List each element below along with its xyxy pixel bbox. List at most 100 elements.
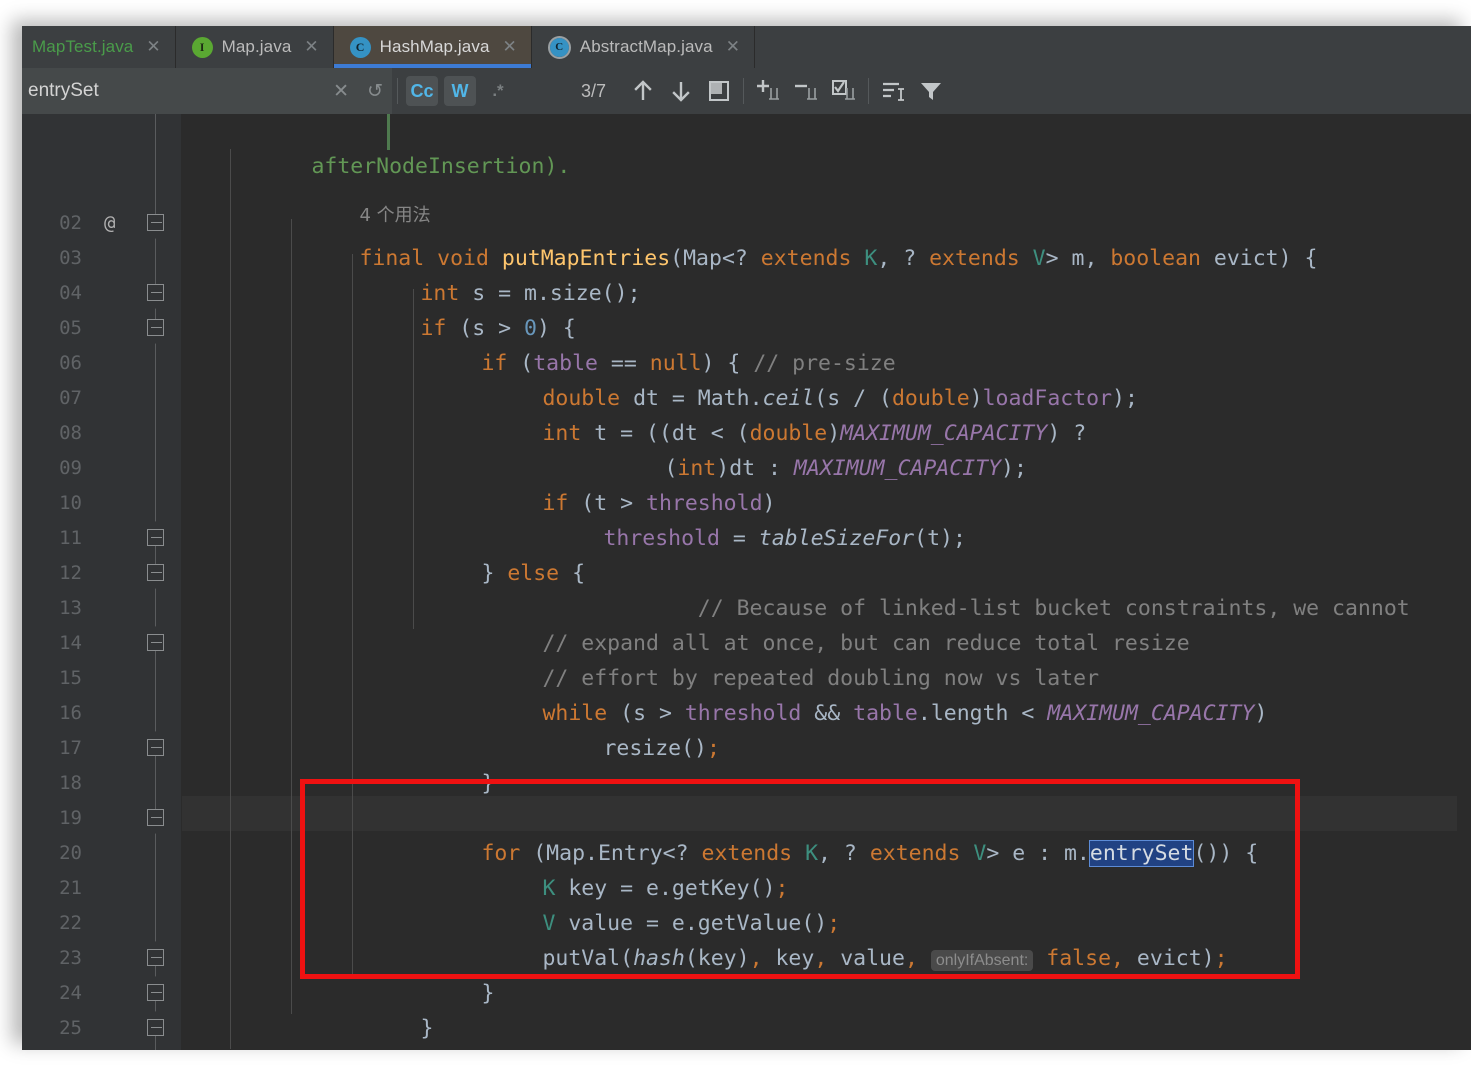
token-semicolon: ; (707, 736, 720, 761)
token-comma: , (1111, 946, 1124, 971)
fold-marker[interactable] (147, 564, 165, 590)
select-all-occurrences-icon[interactable] (700, 74, 738, 108)
code-line[interactable]: double dt = Math.ceil(s / (double)loadFa… (413, 346, 1137, 411)
search-history-icon[interactable]: ↺ (358, 81, 392, 101)
fold-marker[interactable] (147, 214, 165, 240)
fold-dash (151, 222, 162, 223)
screenshot-frame: MapTest.java ✕ I Map.java ✕ C HashMap.ja… (0, 0, 1471, 1080)
token-semicolon: ; (1214, 946, 1228, 971)
close-icon[interactable]: ✕ (146, 38, 160, 56)
fold-marker[interactable] (147, 1010, 165, 1036)
token-keyword: extends (869, 841, 961, 866)
code-line[interactable]: if (t > threshold) (413, 451, 775, 516)
code-line[interactable]: } (352, 941, 494, 1006)
code-line[interactable]: if (s > 0) { (291, 276, 575, 341)
fold-dash (151, 572, 162, 573)
java-interface-icon: I (191, 36, 213, 58)
token-comma: , (749, 946, 763, 971)
override-annotation-gutter-icon[interactable]: @ (104, 206, 115, 241)
toolbar-divider-3 (868, 78, 870, 104)
add-line-icon[interactable] (749, 74, 787, 108)
token-type-param: V (973, 841, 987, 866)
fold-marker[interactable] (147, 975, 165, 1001)
match-case-toggle[interactable]: Cc (406, 76, 438, 106)
select-lines-icon[interactable] (825, 74, 863, 108)
token-type-param: K (864, 246, 878, 271)
tab-maptest-java[interactable]: MapTest.java ✕ (22, 26, 176, 68)
line-number: 23 (59, 947, 82, 969)
clear-search-icon[interactable]: ✕ (324, 81, 358, 101)
code-line[interactable]: // expand all at once, but can reduce to… (413, 591, 1189, 656)
code-line[interactable]: if (table == null) { // pre-size (352, 311, 895, 376)
code-editor[interactable]: 02 03 04 05 06 07 08 09 10 11 12 13 14 1… (22, 114, 1471, 1050)
code-line[interactable]: } (352, 731, 494, 796)
fold-dash (151, 327, 162, 328)
editor-gutter[interactable]: 02 03 04 05 06 07 08 09 10 11 12 13 14 1… (22, 114, 182, 1050)
token-field: table (853, 701, 918, 726)
find-toolbar: ✕ ↺ Cc W .* 3/7 (22, 68, 1471, 114)
next-occurrence-icon[interactable] (662, 74, 700, 108)
search-field[interactable]: ✕ ↺ (22, 68, 392, 114)
code-line[interactable]: final void putMapEntries(Map<? extends K… (230, 206, 1317, 271)
line-number: 24 (59, 982, 82, 1004)
code-line-usages[interactable]: 4 个用法 (230, 162, 430, 226)
close-icon[interactable]: ✕ (726, 38, 740, 56)
line-number: 04 (59, 282, 82, 304)
close-icon[interactable]: ✕ (304, 38, 318, 56)
search-input[interactable] (22, 80, 325, 102)
code-line[interactable]: int s = m.size(); (291, 241, 640, 306)
editor-scrollbar[interactable] (1457, 114, 1471, 1050)
code-line[interactable]: resize(); (474, 696, 720, 761)
java-abstract-class-icon: C (547, 35, 571, 59)
line-number: 18 (59, 772, 82, 794)
previous-occurrence-icon[interactable] (624, 74, 662, 108)
code-line-for-loop[interactable]: for (Map.Entry<? extends K, ? extends V>… (352, 801, 1258, 867)
filter-icon[interactable] (912, 74, 950, 108)
token-constant: MAXIMUM_CAPACITY (793, 456, 1002, 481)
code-surface[interactable]: afterNodeInsertion). 4 个用法 final void pu… (182, 114, 1471, 1050)
tab-map-java[interactable]: I Map.java ✕ (175, 26, 334, 68)
token-keyword: boolean (1110, 246, 1201, 271)
fold-marker[interactable] (147, 319, 165, 345)
code-line[interactable]: // Because of linked-list bucket constra… (413, 556, 1410, 621)
code-line[interactable]: int t = ((dt < (double)MAXIMUM_CAPACITY)… (413, 381, 1086, 446)
line-number: 05 (59, 317, 82, 339)
fold-marker[interactable] (147, 940, 165, 966)
line-number: 20 (59, 842, 82, 864)
fold-dash (151, 292, 162, 293)
code-line[interactable]: } else { (352, 521, 585, 586)
fold-marker[interactable] (147, 625, 165, 651)
code-line[interactable]: K key = e.getKey(); (413, 836, 788, 901)
code-line[interactable]: afterNodeInsertion). (182, 114, 570, 179)
open-in-find-window-icon[interactable] (874, 74, 912, 108)
tab-label: Map.java (221, 37, 292, 56)
fold-marker[interactable] (147, 520, 165, 546)
fold-marker[interactable] (147, 809, 165, 835)
regex-toggle[interactable]: .* (482, 76, 514, 106)
fold-dash (151, 992, 162, 993)
code-line[interactable]: while (s > threshold && table.length < M… (413, 661, 1267, 726)
java-class-icon: C (349, 36, 371, 58)
token-comma: , (814, 946, 828, 971)
fold-dash (151, 747, 162, 748)
token-static-method: tableSizeFor (758, 526, 915, 551)
code-line[interactable]: putVal(hash(key), key, value, onlyIfAbse… (413, 906, 1228, 971)
code-line[interactable]: V value = e.getValue(); (413, 871, 840, 936)
code-line[interactable]: } (291, 976, 433, 1041)
fold-marker[interactable] (147, 730, 165, 756)
line-number: 13 (59, 597, 82, 619)
remove-line-icon[interactable] (787, 74, 825, 108)
token-constant: MAXIMUM_CAPACITY (1047, 701, 1255, 726)
tab-abstractmap-java[interactable]: C AbstractMap.java ✕ (531, 26, 755, 68)
tab-hashmap-java[interactable]: C HashMap.java ✕ (333, 26, 532, 68)
code-line[interactable]: threshold = tableSizeFor(t); (474, 486, 965, 551)
search-match-selection[interactable]: entrySet (1088, 840, 1195, 867)
token-keyword: extends (929, 246, 1020, 271)
code-line[interactable]: (int)dt : MAXIMUM_CAPACITY); (535, 416, 1026, 481)
whole-words-toggle[interactable]: W (444, 76, 476, 106)
close-icon[interactable]: ✕ (503, 38, 517, 56)
line-number: 22 (59, 912, 82, 934)
code-line[interactable]: } (230, 1011, 372, 1046)
code-line[interactable]: // effort by repeated doubling now vs la… (413, 626, 1099, 691)
fold-marker[interactable] (147, 284, 165, 310)
